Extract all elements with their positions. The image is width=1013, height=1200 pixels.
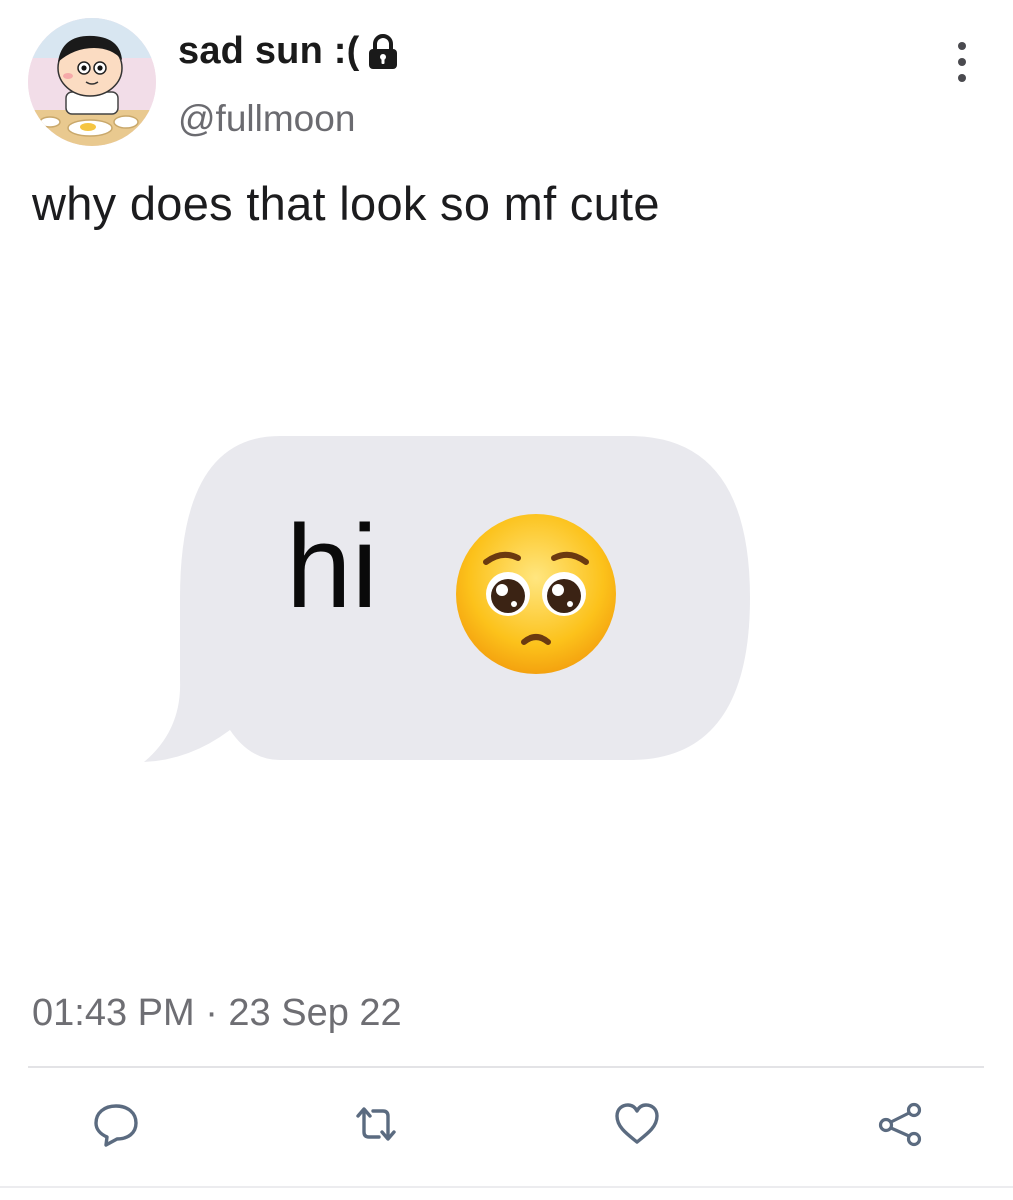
retweet-icon: [356, 1107, 396, 1141]
ellipsis-dot: [958, 58, 966, 66]
more-options-button[interactable]: [944, 42, 980, 82]
share-button[interactable]: [872, 1096, 928, 1152]
retweet-button[interactable]: [348, 1096, 404, 1152]
pleading-face-emoji-icon: [452, 510, 620, 678]
tweet-actions-bar: [0, 1096, 1013, 1156]
display-name[interactable]: sad sun :(: [178, 30, 401, 73]
tweet-text: why does that look so mf cute: [32, 177, 660, 230]
cartoon-boy-avatar-icon: [28, 18, 156, 146]
vertical-ellipsis-icon: [958, 42, 966, 50]
avatar[interactable]: [28, 18, 156, 146]
tweet-media-image[interactable]: hi: [130, 410, 790, 790]
bubble-text: hi: [286, 501, 378, 633]
divider: [28, 1066, 984, 1068]
display-name-text: sad sun :(: [178, 30, 360, 72]
like-button[interactable]: [609, 1096, 665, 1152]
ellipsis-dot: [958, 74, 966, 82]
speech-bubble-icon: [94, 1104, 138, 1147]
bottom-divider: [0, 1186, 1013, 1188]
username-handle[interactable]: @fullmoon: [178, 98, 355, 140]
reply-button[interactable]: [88, 1096, 144, 1152]
tweet-timestamp[interactable]: 01:43 PM · 23 Sep 22: [32, 992, 402, 1035]
share-icon: [878, 1102, 922, 1147]
heart-icon: [615, 1103, 659, 1144]
lock-icon: [365, 33, 401, 71]
